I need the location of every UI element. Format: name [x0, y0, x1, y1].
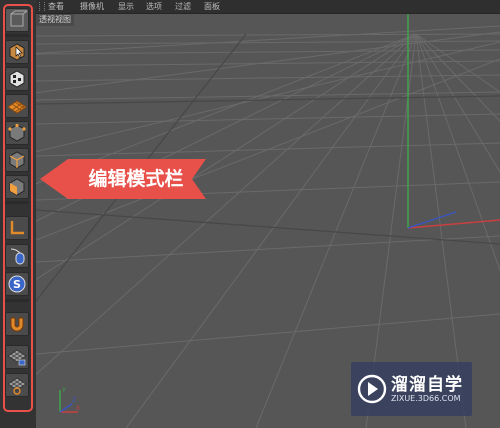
watermark-url: ZIXUE.3D66.COM — [391, 394, 461, 403]
menu-options[interactable]: 选项 — [146, 0, 162, 13]
menu-display[interactable]: 显示 — [118, 0, 134, 13]
axis-gizmo: Y X Z — [52, 384, 82, 420]
viewport-menu-bar: 查看 摄像机 显示 选项 过滤 面板 — [36, 0, 500, 14]
viewport-label: 透视视图 — [36, 14, 74, 26]
axis-x-label: X — [76, 405, 80, 412]
watermark-brand: 溜溜自学 — [391, 375, 463, 395]
menu-filter[interactable]: 过滤 — [175, 0, 191, 13]
callout-text: 编辑模式栏 — [88, 168, 184, 190]
menu-panel[interactable]: 面板 — [204, 0, 220, 13]
axis-z-label: Z — [72, 397, 76, 404]
world-axis-icon: Y X Z — [59, 387, 80, 413]
play-logo-icon — [357, 374, 387, 404]
axis-y-label: Y — [61, 387, 66, 394]
toolbar-highlight-frame — [3, 4, 33, 412]
menu-view[interactable]: 查看 — [48, 0, 64, 13]
menu-camera[interactable]: 摄像机 — [80, 0, 104, 13]
callout-label: 编辑模式栏 — [40, 159, 206, 199]
menu-grip[interactable] — [39, 2, 45, 11]
watermark: 溜溜自学 ZIXUE.3D66.COM — [351, 362, 472, 416]
